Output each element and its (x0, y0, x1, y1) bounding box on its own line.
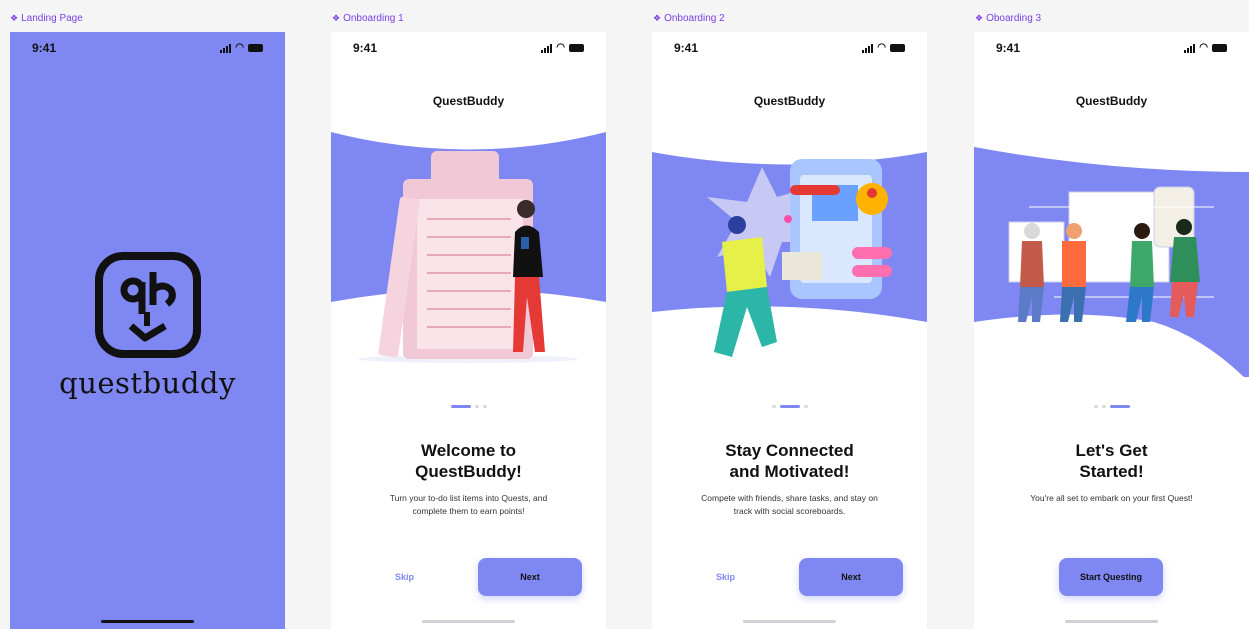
status-time: 9:41 (996, 41, 1021, 55)
battery-icon (248, 44, 263, 52)
frame-label-onboarding-1: ❖ Onboarding 1 (332, 13, 404, 24)
signal-icon (862, 43, 874, 53)
wifi-icon: ◠ (556, 42, 565, 53)
page-dot-3 (1109, 405, 1130, 408)
next-button[interactable]: Next (799, 558, 903, 596)
page-dot-1 (771, 405, 776, 408)
home-indicator (422, 620, 515, 623)
status-time: 9:41 (353, 41, 378, 55)
status-bar: 9:41 ◠ (331, 40, 606, 56)
brand-title: QuestBuddy (753, 94, 826, 108)
page-dot-1 (450, 405, 471, 408)
battery-icon (1212, 44, 1227, 52)
clipboard-illustration (331, 132, 606, 363)
signal-icon (220, 43, 232, 53)
onboarding-title: Stay Connected and Motivated! (725, 441, 854, 481)
page-dot-2 (1101, 405, 1106, 408)
status-time: 9:41 (32, 41, 57, 55)
battery-icon (890, 44, 905, 52)
onboarding-description: Compete with friends, share tasks, and s… (701, 493, 878, 516)
page-indicator (652, 405, 927, 408)
frame-label-text: Oboarding 3 (986, 13, 1042, 24)
home-indicator (101, 620, 194, 623)
frame-label-text: Onboarding 1 (343, 13, 404, 24)
frame-label-onboarding-2: ❖ Onboarding 2 (653, 13, 725, 24)
frame-label-onboarding-3: ❖ Oboarding 3 (975, 13, 1041, 24)
group-illustration (974, 147, 1249, 377)
page-dot-3 (803, 405, 808, 408)
component-icon: ❖ (332, 13, 341, 23)
wifi-icon: ◠ (235, 42, 244, 53)
home-indicator (743, 620, 836, 623)
status-bar: 9:41 ◠ (10, 40, 285, 56)
status-bar: 9:41 ◠ (652, 40, 927, 56)
signal-icon (1184, 43, 1196, 53)
page-indicator (974, 405, 1249, 408)
skip-button[interactable]: Skip (716, 572, 735, 582)
brand-title: QuestBuddy (1075, 94, 1148, 108)
onboarding-3-screen: 9:41 ◠ QuestBuddy Let's Get Started! You'… (974, 32, 1249, 629)
frame-label-text: Landing Page (21, 13, 83, 24)
brand-title: QuestBuddy (432, 94, 505, 108)
app-logo: questbuddy (10, 250, 285, 400)
onboarding-title: Welcome to QuestBuddy! (415, 441, 522, 481)
wifi-icon: ◠ (1199, 42, 1208, 53)
app-wordmark: questbuddy (59, 366, 236, 400)
page-dot-2 (474, 405, 479, 408)
onboarding-description: Turn your to-do list items into Quests, … (389, 493, 548, 516)
home-indicator (1065, 620, 1158, 623)
component-icon: ❖ (975, 13, 984, 23)
onboarding-1-screen: 9:41 ◠ QuestBuddy Welcome to QuestBuddy! … (331, 32, 606, 629)
page-dot-2 (779, 405, 800, 408)
component-icon: ❖ (10, 13, 19, 23)
next-button[interactable]: Next (478, 558, 582, 596)
skip-button[interactable]: Skip (395, 572, 414, 582)
wifi-icon: ◠ (877, 42, 886, 53)
social-illustration (652, 152, 927, 357)
page-indicator (331, 405, 606, 408)
signal-icon (541, 43, 553, 53)
frame-label-text: Onboarding 2 (664, 13, 725, 24)
page-dot-1 (1093, 405, 1098, 408)
landing-page-screen: 9:41 ◠ questbuddy (10, 32, 285, 629)
component-icon: ❖ (653, 13, 662, 23)
battery-icon (569, 44, 584, 52)
onboarding-2-screen: 9:41 ◠ QuestBuddy Stay Connected and Moti… (652, 32, 927, 629)
status-bar: 9:41 ◠ (974, 40, 1249, 56)
status-time: 9:41 (674, 41, 699, 55)
onboarding-title: Let's Get Started! (1075, 441, 1148, 481)
questbuddy-logo-icon (94, 252, 201, 358)
page-dot-3 (482, 405, 487, 408)
start-questing-button[interactable]: Start Questing (1059, 558, 1163, 596)
frame-label-landing: ❖ Landing Page (10, 13, 83, 24)
onboarding-description: You're all set to embark on your first Q… (1030, 493, 1193, 503)
